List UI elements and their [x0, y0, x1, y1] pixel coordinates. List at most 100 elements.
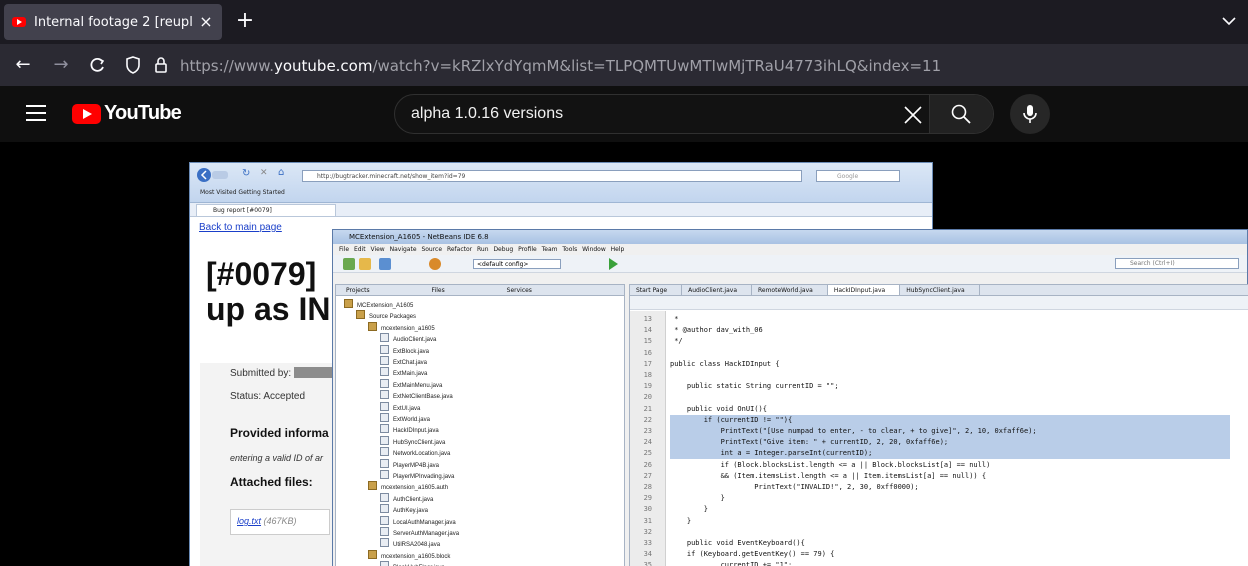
video-tree-item: ExtMainMenu.java	[380, 379, 442, 389]
url-domain: youtube.com	[273, 57, 373, 75]
video-code-line: */	[670, 337, 683, 346]
search-icon	[951, 104, 971, 124]
video-tree-item: MCExtension_A1605	[344, 299, 413, 309]
video-line-number: 23	[643, 427, 652, 435]
video-code-line: public class HackIDInput {	[670, 359, 780, 368]
video-line-number: 30	[643, 505, 652, 514]
forward-arrow-icon[interactable]: →	[50, 54, 72, 76]
video-tree-item: HackIDInput.java	[380, 424, 439, 434]
video-undo-icon	[429, 258, 441, 270]
tracking-protection-shield-icon[interactable]	[122, 54, 144, 76]
video-ide-search: Search (Ctrl+I)	[1115, 258, 1239, 269]
video-status: Status: Accepted	[230, 391, 306, 402]
video-line-number: 14	[643, 326, 652, 335]
search-input[interactable]: alpha 1.0.16 versions	[411, 105, 563, 123]
video-code-line: currentID += "1";	[670, 561, 793, 566]
video-run-icon	[609, 258, 618, 270]
video-back-forward-icon	[197, 168, 228, 182]
list-all-tabs-icon[interactable]	[1220, 12, 1238, 30]
video-ide-menu: File Edit View Navigate Source Refactor …	[339, 246, 625, 253]
video-code-line: }	[670, 516, 692, 525]
video-refresh-icon: ↻	[242, 168, 251, 179]
guide-menu-icon[interactable]	[26, 105, 46, 121]
youtube-play-icon	[72, 103, 101, 124]
video-code-line: int a = Integer.parseInt(currentID);	[670, 449, 873, 458]
video-tree-item: ExtUI.java	[380, 402, 420, 412]
youtube-logo[interactable]: YouTube	[72, 102, 182, 125]
video-tree-item: NetworkLocation.java	[380, 447, 450, 457]
video-netbeans-window: MCExtension_A1605 - NetBeans IDE 6.8 Fil…	[332, 229, 1248, 566]
video-bug-title-line1: [#0079]	[206, 256, 317, 292]
video-tree-item: AudioClient.java	[380, 333, 436, 343]
video-browser-tabrow: Bug report [#0079]	[190, 203, 932, 217]
video-search-box: Google	[816, 170, 900, 182]
video-entering-text: entering a valid ID of ar	[230, 453, 324, 463]
video-player[interactable]: ↻ ✕ ⌂ http://bugtracker.minecraft.net/sh…	[0, 142, 1248, 566]
video-tree-item: HubSyncClient.java	[380, 436, 445, 446]
browser-tab-active[interactable]: Internal footage 2 [reupload] - \ ×	[4, 4, 222, 40]
reload-icon[interactable]	[86, 54, 108, 76]
address-bar[interactable]: https://www.youtube.com/watch?v=kRZlxYdY…	[180, 57, 941, 75]
video-tree-item: ExtNetClientBase.java	[380, 390, 453, 400]
video-tree-item: Source Packages	[356, 310, 416, 320]
video-line-number: 29	[643, 494, 652, 503]
video-line-number: 26	[643, 460, 652, 469]
video-address-bar: http://bugtracker.minecraft.net/show_ite…	[302, 170, 802, 182]
video-tree-item: AuthClient.java	[380, 493, 433, 503]
video-tree-item: BlockHubFloor.java	[380, 561, 445, 566]
back-arrow-icon[interactable]: ←	[12, 54, 34, 76]
video-panel-tabs: Projects Files Services	[336, 285, 624, 296]
video-line-number: 21	[643, 404, 652, 413]
video-tree-item: ExtBlock.java	[380, 345, 429, 355]
youtube-wordmark: YouTube	[104, 102, 182, 124]
lock-icon[interactable]	[150, 54, 172, 76]
youtube-header: YouTube alpha 1.0.16 versions	[0, 86, 1248, 142]
video-tree-item: UtilRSA2048.java	[380, 538, 440, 548]
video-code-line: }	[670, 494, 725, 503]
browser-tab-title: Internal footage 2 [reupload] - \	[34, 14, 192, 30]
video-code-line: public static String currentID = "";	[670, 382, 839, 391]
video-line-number: 17	[643, 359, 652, 368]
video-browser-tab: Bug report [#0079]	[196, 204, 336, 217]
browser-tab-strip: Internal footage 2 [reupload] - \ × +	[0, 0, 1248, 44]
video-line-number: 33	[643, 539, 652, 547]
video-submitted-label: Submitted by:	[230, 368, 292, 379]
video-save-icon	[379, 258, 391, 270]
video-editor-tab: HackIDInput.java	[827, 285, 901, 295]
video-editor-tab: Start Page	[630, 285, 683, 295]
browser-navbar: ← → https://www.youtube.com/watch?v=kRZl…	[0, 44, 1248, 86]
video-submitted-by: Submitted by:	[230, 367, 338, 379]
video-code-line: public void EventKeyboard(){	[670, 539, 805, 547]
search-box[interactable]: alpha 1.0.16 versions	[394, 94, 994, 134]
video-line-number: 16	[643, 348, 652, 357]
video-bookmarks-bar: Most Visited Getting Started	[200, 189, 285, 196]
video-line-number: 18	[643, 371, 652, 379]
video-line-number: 24	[643, 438, 652, 447]
video-code-line: if (currentID != ""){	[670, 415, 793, 424]
video-editor-tab: AudioClient.java	[682, 285, 752, 295]
microphone-icon	[1023, 105, 1037, 123]
search-button[interactable]	[929, 95, 993, 133]
video-tree-item: mcextension_a1605.auth	[368, 481, 448, 491]
video-line-number: 32	[643, 527, 652, 536]
video-projects-panel: Projects Files Services MCExtension_A160…	[335, 284, 625, 566]
video-tree-item: mcextension_a1605	[368, 322, 435, 332]
video-code-line: if (Block.blocksList.length <= a || Bloc…	[670, 460, 991, 469]
video-code-line: PrintText("[Use numpad to enter, - to cl…	[670, 427, 1037, 435]
voice-search-button[interactable]	[1010, 94, 1050, 134]
video-line-number: 22	[643, 415, 652, 424]
clear-search-icon[interactable]	[901, 103, 925, 127]
video-tree-item: AuthKey.java	[380, 504, 428, 514]
close-tab-icon[interactable]: ×	[198, 14, 214, 30]
video-editor-tab: RemoteWorld.java	[752, 285, 828, 295]
video-new-project-icon	[343, 258, 355, 270]
video-tree-item: ExtMain.java	[380, 367, 427, 377]
video-line-number: 13	[643, 315, 652, 323]
video-attachment: log.txt (467KB)	[230, 509, 330, 535]
video-line-number: 25	[643, 449, 652, 458]
new-tab-icon[interactable]: +	[234, 10, 256, 32]
video-code-line: *	[670, 315, 679, 323]
video-editor-tabs: Start Page AudioClient.java RemoteWorld.ja…	[630, 285, 1248, 296]
video-home-icon: ⌂	[278, 167, 285, 178]
url-prefix: https://www.	[180, 57, 274, 75]
